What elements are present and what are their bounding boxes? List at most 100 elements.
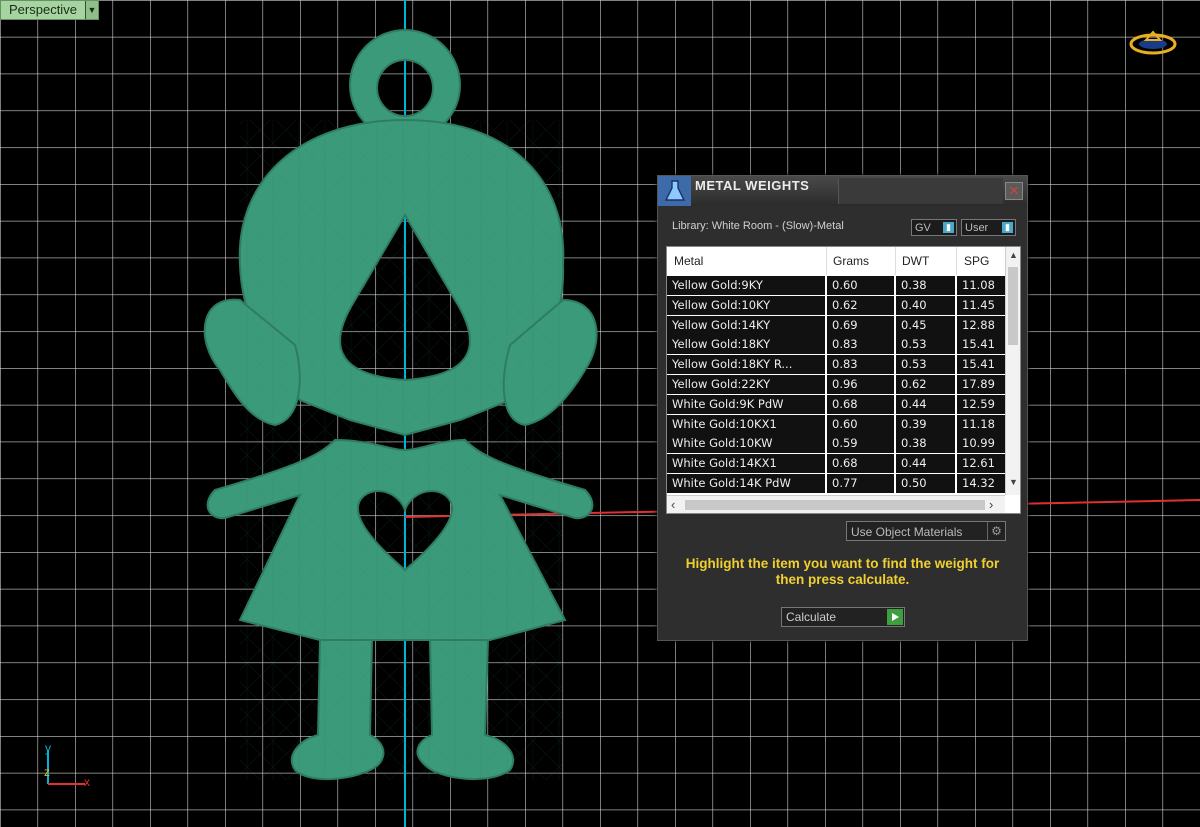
table-row[interactable]: White Gold:10KX1 0.60 0.39 11.18 <box>667 414 1005 434</box>
column-divider <box>826 247 827 275</box>
calculate-button[interactable]: Calculate <box>781 607 905 627</box>
metal-weights-dialog: METAL WEIGHTS ✕ Library: White Room - (S… <box>657 175 1028 641</box>
horizontal-scrollbar[interactable]: ‹ › <box>667 495 1005 513</box>
cell-grams: 0.68 <box>827 394 894 414</box>
cell-dwt: 0.50 <box>896 474 955 493</box>
material-source-select[interactable]: Use Object Materials ⚙ <box>846 521 1006 541</box>
cell-dwt: 0.53 <box>896 355 955 375</box>
cell-metal: Yellow Gold:14KY <box>667 315 825 335</box>
close-icon: ✕ <box>1008 183 1020 198</box>
cell-spg: 11.45 <box>957 295 1005 315</box>
column-header-spg[interactable]: SPG <box>964 254 989 268</box>
cell-metal: White Gold:9K PdW <box>667 394 825 414</box>
axis-y-label: y <box>45 741 51 755</box>
table-row[interactable]: White Gold:14K PdW 0.77 0.50 14.32 <box>667 474 1005 493</box>
cell-dwt: 0.38 <box>896 276 955 295</box>
table-row[interactable]: Yellow Gold:18KY 0.83 0.53 15.41 <box>667 335 1005 355</box>
play-icon <box>887 609 903 625</box>
scroll-left-icon[interactable]: ‹ <box>671 497 675 512</box>
cell-metal: White Gold:14KX1 <box>667 454 825 474</box>
axis-indicator: y z x <box>44 741 90 789</box>
cell-spg: 12.61 <box>957 454 1005 474</box>
cell-metal: White Gold:10KX1 <box>667 414 825 434</box>
user-toggle-indicator: ▮ <box>1002 222 1013 233</box>
scroll-down-icon[interactable]: ▼ <box>1006 477 1020 487</box>
vertical-scrollbar[interactable]: ▲ ▼ <box>1005 247 1020 495</box>
cell-metal: Yellow Gold:9KY <box>667 276 825 295</box>
cell-metal: Yellow Gold:18KY <box>667 335 825 355</box>
column-divider <box>956 247 957 275</box>
metal-weights-table[interactable]: Metal Grams DWT SPG Yellow Gold:9KY 0.60 0… <box>666 246 1021 514</box>
table-row[interactable]: Yellow Gold:22KY 0.96 0.62 17.89 <box>667 375 1005 394</box>
cell-dwt: 0.39 <box>896 414 955 434</box>
scroll-right-icon[interactable]: › <box>989 497 993 512</box>
column-divider <box>895 247 896 275</box>
cell-spg: 12.59 <box>957 394 1005 414</box>
cell-spg: 10.99 <box>957 434 1005 454</box>
cell-grams: 0.68 <box>827 454 894 474</box>
cell-grams: 0.69 <box>827 315 894 335</box>
cell-grams: 0.83 <box>827 355 894 375</box>
cell-spg: 15.41 <box>957 335 1005 355</box>
table-row[interactable]: Yellow Gold:9KY 0.60 0.38 11.08 <box>667 276 1005 295</box>
table-row[interactable]: Yellow Gold:14KY 0.69 0.45 12.88 <box>667 315 1005 335</box>
axis-x-label: x <box>84 775 90 789</box>
gv-toggle[interactable]: GV ▮ <box>911 219 957 236</box>
table-row[interactable]: Yellow Gold:10KY 0.62 0.40 11.45 <box>667 295 1005 315</box>
cell-spg: 14.32 <box>957 474 1005 493</box>
cell-metal: Yellow Gold:10KY <box>667 295 825 315</box>
viewport-label: Perspective <box>9 2 77 17</box>
cell-dwt: 0.40 <box>896 295 955 315</box>
table-row[interactable]: White Gold:9K PdW 0.68 0.44 12.59 <box>667 394 1005 414</box>
cell-spg: 11.08 <box>957 276 1005 295</box>
table-header: Metal Grams DWT SPG <box>667 247 1020 275</box>
cell-grams: 0.60 <box>827 276 894 295</box>
user-toggle[interactable]: User ▮ <box>961 219 1016 236</box>
axis-z-label: z <box>44 765 50 779</box>
chevron-down-icon[interactable]: ▼ <box>84 1 98 19</box>
cell-dwt: 0.62 <box>896 375 955 394</box>
instruction-message: Highlight the item you want to find the … <box>685 556 1000 587</box>
cell-dwt: 0.45 <box>896 315 955 335</box>
vertical-scroll-thumb[interactable] <box>1008 267 1018 345</box>
cell-spg: 15.41 <box>957 355 1005 375</box>
cell-metal: Yellow Gold:18KY R... <box>667 355 825 375</box>
cell-grams: 0.60 <box>827 414 894 434</box>
horizontal-scroll-thumb[interactable] <box>685 500 985 510</box>
cell-spg: 11.18 <box>957 414 1005 434</box>
pendant-model[interactable] <box>203 28 598 781</box>
library-label: Library: White Room - (Slow)-Metal <box>672 220 844 232</box>
table-row[interactable]: Yellow Gold:18KY R... 0.83 0.53 15.41 <box>667 355 1005 375</box>
user-label: User <box>965 222 989 234</box>
flask-icon <box>658 176 691 206</box>
close-button[interactable]: ✕ <box>1005 182 1023 200</box>
dialog-title: METAL WEIGHTS <box>695 178 810 193</box>
cell-dwt: 0.53 <box>896 335 955 355</box>
gv-toggle-indicator: ▮ <box>943 222 954 233</box>
column-header-dwt[interactable]: DWT <box>902 254 929 268</box>
gv-label: GV <box>915 222 931 234</box>
cell-dwt: 0.44 <box>896 394 955 414</box>
cell-metal: Yellow Gold:22KY <box>667 375 825 394</box>
dialog-title-bar[interactable]: METAL WEIGHTS ✕ <box>658 176 1027 206</box>
table-row[interactable]: White Gold:14KX1 0.68 0.44 12.61 <box>667 454 1005 474</box>
cell-grams: 0.83 <box>827 335 894 355</box>
cell-dwt: 0.38 <box>896 434 955 454</box>
viewport-label-tab[interactable]: Perspective ▼ <box>0 0 99 20</box>
cell-grams: 0.59 <box>827 434 894 454</box>
scroll-up-icon[interactable]: ▲ <box>1006 250 1020 260</box>
app-logo-icon <box>1129 30 1177 55</box>
cell-spg: 12.88 <box>957 315 1005 335</box>
cell-grams: 0.96 <box>827 375 894 394</box>
gear-icon[interactable]: ⚙ <box>987 522 1005 540</box>
column-header-grams[interactable]: Grams <box>833 254 869 268</box>
calculate-label: Calculate <box>786 610 837 624</box>
table-row[interactable]: White Gold:10KW 0.59 0.38 10.99 <box>667 434 1005 454</box>
cell-dwt: 0.44 <box>896 454 955 474</box>
cell-metal: White Gold:14K PdW <box>667 474 825 493</box>
column-header-metal[interactable]: Metal <box>674 254 703 268</box>
cell-grams: 0.77 <box>827 474 894 493</box>
cell-metal: White Gold:10KW <box>667 434 825 454</box>
material-select-value: Use Object Materials <box>851 525 963 539</box>
cell-grams: 0.62 <box>827 295 894 315</box>
